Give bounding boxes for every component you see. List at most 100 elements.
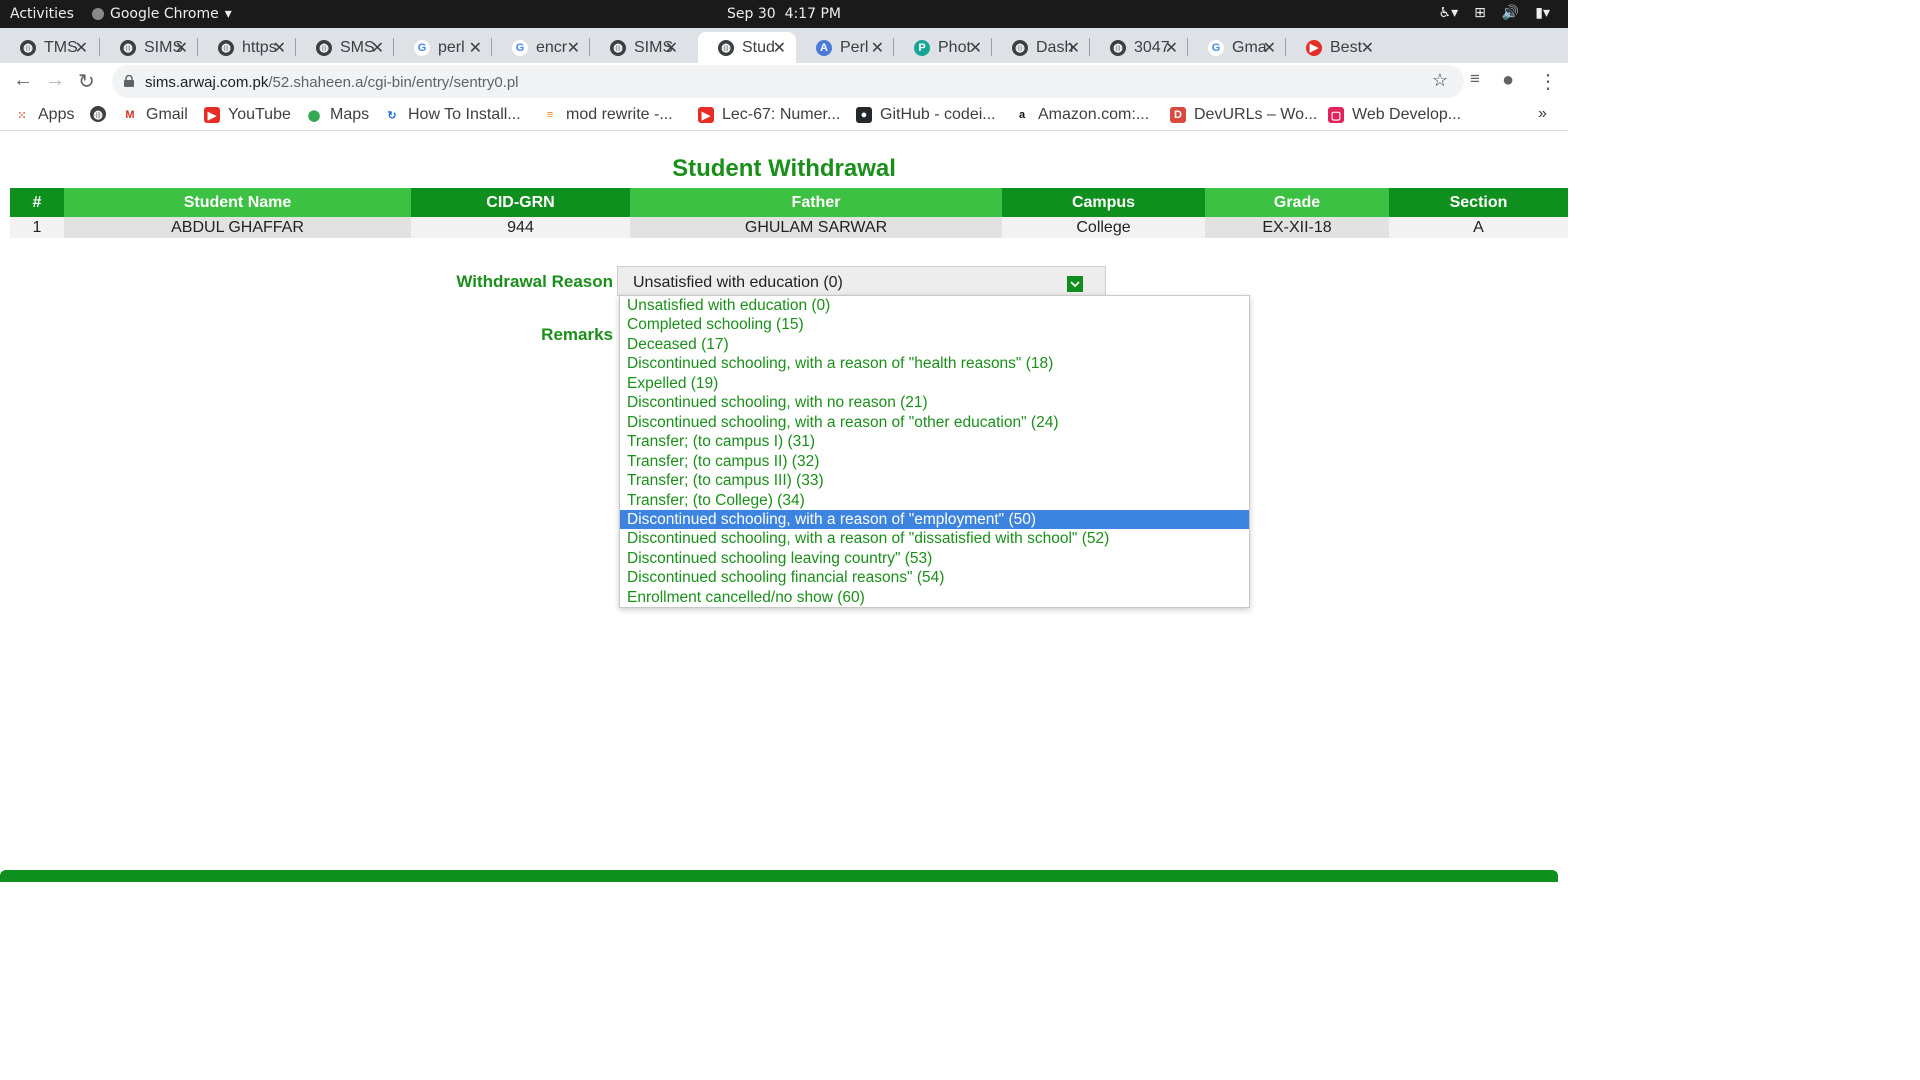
bookmark-label: Apps <box>38 106 75 123</box>
menu-dots-icon[interactable]: ⋮ <box>1538 69 1558 94</box>
tab-9[interactable]: P Phot ✕ <box>894 32 992 63</box>
url-text[interactable]: sims.arwaj.com.pk/52.shaheen.a/cgi-bin/e… <box>145 74 519 91</box>
reason-option[interactable]: Discontinued schooling, with a reason of… <box>620 354 1249 374</box>
bookmark-6[interactable]: ≡ mod rewrite -... <box>542 106 673 124</box>
tab-1[interactable]: ◍ SIMS ✕ <box>100 32 198 63</box>
bookmark-8[interactable]: ● GitHub - codei... <box>856 106 996 124</box>
close-tab-icon[interactable]: ✕ <box>567 38 580 58</box>
close-tab-icon[interactable]: ✕ <box>1165 38 1178 58</box>
remarks-label: Remarks <box>541 325 613 344</box>
close-tab-icon[interactable]: ✕ <box>871 38 884 58</box>
tab-separator <box>1187 38 1188 56</box>
reload-icon[interactable]: ↻ <box>78 69 95 94</box>
close-tab-icon[interactable]: ✕ <box>175 38 188 58</box>
bookmark-label: mod rewrite -... <box>566 106 673 123</box>
column-header: Section <box>1389 188 1568 217</box>
close-tab-icon[interactable]: ✕ <box>1361 38 1374 58</box>
bookmark-2[interactable]: M Gmail <box>122 106 187 124</box>
system-tray[interactable]: ♿▾ ⊞ 🔊 ▮▾ <box>1439 5 1550 21</box>
close-tab-icon[interactable]: ✕ <box>1067 38 1080 58</box>
globe-icon: ◍ <box>90 106 106 122</box>
bookmark-11[interactable]: ▢ Web Develop... <box>1328 106 1461 124</box>
close-tab-icon[interactable]: ✕ <box>469 38 482 58</box>
bookmark-4[interactable]: ⬤ Maps <box>306 106 369 124</box>
tab-12[interactable]: G Gma ✕ <box>1188 32 1286 63</box>
back-icon[interactable]: ← <box>13 69 33 92</box>
close-tab-icon[interactable]: ✕ <box>773 38 786 58</box>
close-tab-icon[interactable]: ✕ <box>75 38 88 58</box>
close-tab-icon[interactable]: ✕ <box>273 38 286 58</box>
reason-option[interactable]: Discontinued schooling, with a reason of… <box>620 529 1249 549</box>
accessibility-icon[interactable]: ♿▾ <box>1439 5 1459 21</box>
close-tab-icon[interactable]: ✕ <box>665 38 678 58</box>
profile-avatar-icon[interactable]: ● <box>1502 69 1514 92</box>
tab-13[interactable]: ▶ Best ✕ <box>1286 32 1384 63</box>
clock-date: Sep 30 <box>727 6 776 22</box>
bookmark-9[interactable]: a Amazon.com:... <box>1014 106 1149 124</box>
reason-option[interactable]: Discontinued schooling, with a reason of… <box>620 413 1249 433</box>
student-table: # Student Name CID-GRN Father Campus Grade Sec… <box>10 188 1568 238</box>
reason-option[interactable]: Transfer; (to College) (34) <box>620 491 1249 511</box>
table-cell: ABDUL GHAFFAR <box>64 217 411 238</box>
reason-option[interactable]: Enrollment cancelled/no show (60) <box>620 588 1249 608</box>
bookmark-1[interactable]: ◍ <box>90 106 114 122</box>
bookmark-3[interactable]: ▶ YouTube <box>204 106 291 124</box>
bookmark-label: YouTube <box>228 106 291 123</box>
bookmark-0[interactable]: ⁙ Apps <box>14 106 74 124</box>
google-icon: G <box>1208 39 1224 56</box>
reason-option[interactable]: Discontinued schooling, with no reason (… <box>620 393 1249 413</box>
reason-option[interactable]: Transfer; (to campus I) (31) <box>620 432 1249 452</box>
tab-8[interactable]: A Perl ✕ <box>796 32 894 63</box>
reason-option[interactable]: Transfer; (to campus III) (33) <box>620 471 1249 491</box>
tab-separator <box>491 38 492 56</box>
tab-10[interactable]: ◍ Dash ✕ <box>992 32 1090 63</box>
lock-icon <box>124 75 134 87</box>
table-cell: A <box>1389 217 1568 238</box>
bookmark-label: How To Install... <box>408 106 521 123</box>
reason-option[interactable]: Discontinued schooling leaving country" … <box>620 549 1249 569</box>
tab-11[interactable]: ◍ 3047 ✕ <box>1090 32 1188 63</box>
globe-icon: ◍ <box>1012 39 1028 56</box>
tab-3[interactable]: ◍ SMS ✕ <box>296 32 394 63</box>
volume-icon[interactable]: 🔊 <box>1502 5 1519 21</box>
url-host: sims.arwaj.com.pk <box>145 74 269 91</box>
selected-reason-value: Unsatisfied with education (0) <box>633 274 843 291</box>
bookmark-5[interactable]: ↻ How To Install... <box>384 106 521 124</box>
tab-separator <box>893 38 894 56</box>
reason-option[interactable]: Discontinued schooling, with a reason of… <box>620 509 1249 530</box>
reason-option[interactable]: Discontinued schooling financial reasons… <box>620 568 1249 588</box>
reason-option[interactable]: Deceased (17) <box>620 335 1249 355</box>
withdrawal-reason-select[interactable]: Unsatisfied with education (0) <box>617 266 1106 296</box>
tab-6[interactable]: ◍ SIMS ✕ <box>590 32 688 63</box>
network-icon[interactable]: ⊞ <box>1474 5 1486 21</box>
page-footer-bar <box>0 870 1558 882</box>
bookmark-star-icon[interactable]: ☆ <box>1432 70 1448 91</box>
globe-icon: ◍ <box>718 39 734 56</box>
bookmark-7[interactable]: ▶ Lec-67: Numer... <box>698 106 840 124</box>
tab-2[interactable]: ◍ https ✕ <box>198 32 296 63</box>
media-control-icon[interactable]: ≡ <box>1470 69 1480 89</box>
close-tab-icon[interactable]: ✕ <box>1263 38 1276 58</box>
chevron-down-icon[interactable] <box>1067 276 1083 292</box>
table-header-row: # Student Name CID-GRN Father Campus Grade Sec… <box>10 188 1568 217</box>
reason-option[interactable]: Transfer; (to campus II) (32) <box>620 452 1249 472</box>
tab-7[interactable]: ◍ Stud ✕ <box>698 32 796 63</box>
close-tab-icon[interactable]: ✕ <box>371 38 384 58</box>
tab-separator <box>991 38 992 56</box>
tab-5[interactable]: Gencr ✕ <box>492 32 590 63</box>
tab-4[interactable]: Gperl ✕ <box>394 32 492 63</box>
forward-icon[interactable]: → <box>45 69 65 92</box>
reason-option[interactable]: Completed schooling (15) <box>620 315 1249 335</box>
stackoverflow-icon: ≡ <box>546 109 554 121</box>
address-bar[interactable]: sims.arwaj.com.pk/52.shaheen.a/cgi-bin/e… <box>112 65 1464 98</box>
battery-icon[interactable]: ▮▾ <box>1535 5 1550 21</box>
clock[interactable]: Sep 30 4:17 PM <box>0 6 1568 22</box>
reason-option[interactable]: Expelled (19) <box>620 374 1249 394</box>
more-bookmarks-icon[interactable]: » <box>1538 105 1547 123</box>
bookmark-10[interactable]: D DevURLs – Wo... <box>1170 106 1317 124</box>
close-tab-icon[interactable]: ✕ <box>969 38 982 58</box>
column-header: Father <box>630 188 1002 217</box>
reason-option[interactable]: Unsatisfied with education (0) <box>620 296 1249 316</box>
tab-strip: ◍ TMS ✕ ◍ SIMS ✕ ◍ https ✕ ◍ SMS ✕ Gperl ✕ Gencr ✕ ◍ SIMS… <box>0 28 1568 87</box>
tab-0[interactable]: ◍ TMS ✕ <box>0 32 98 63</box>
